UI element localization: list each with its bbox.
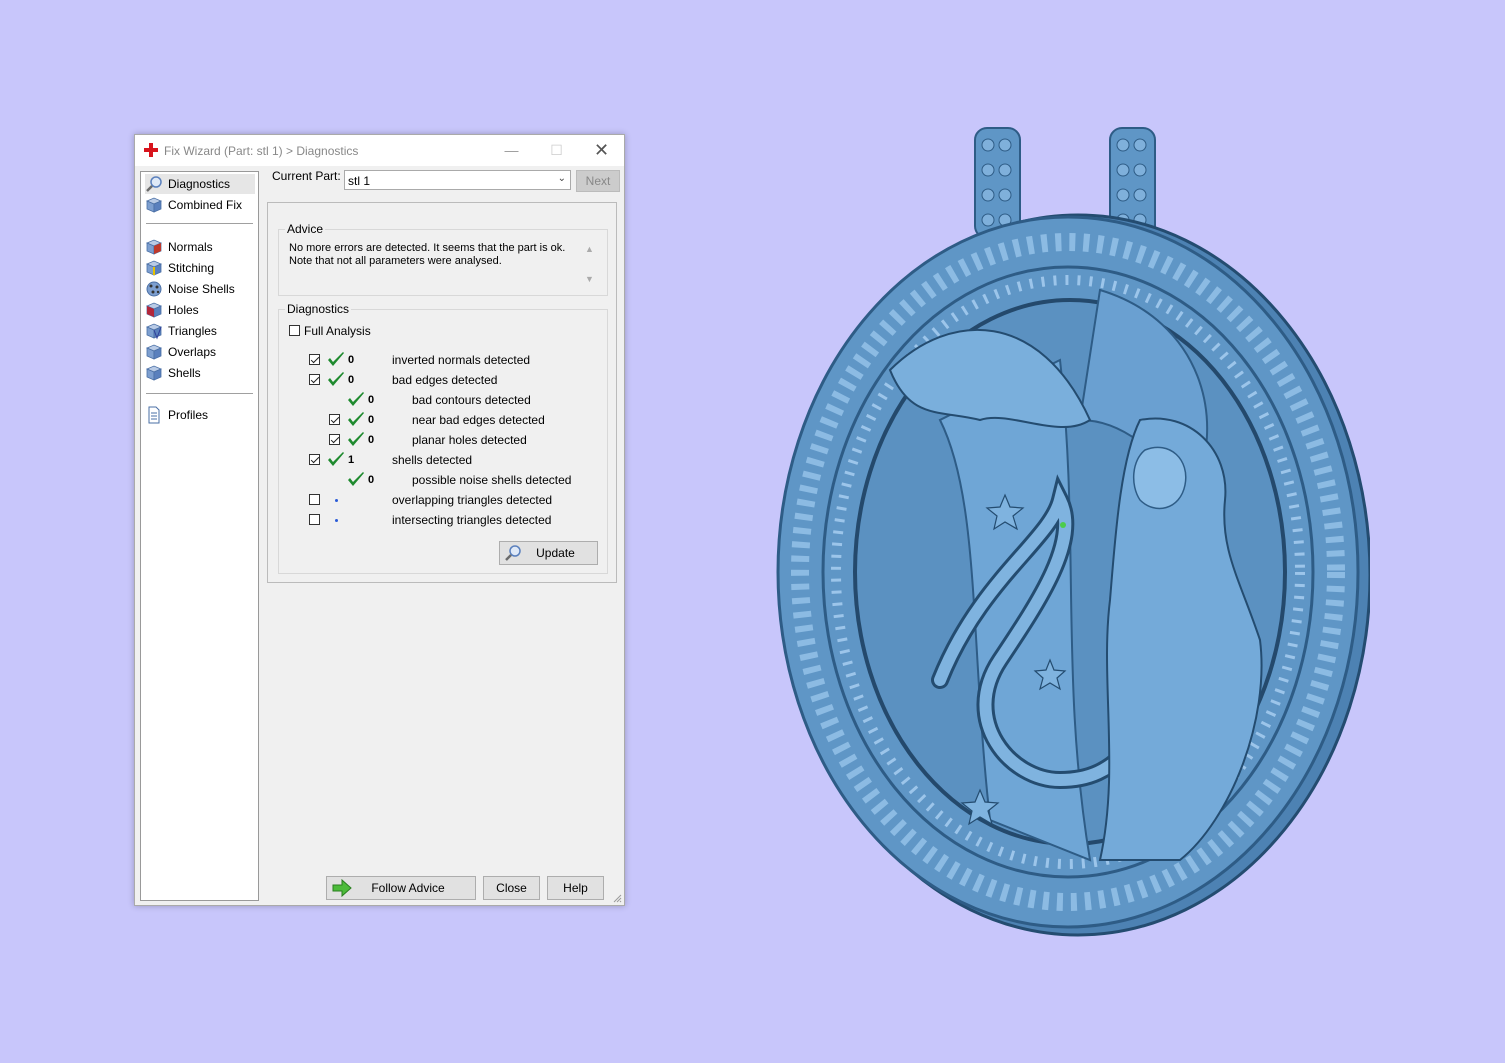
cube-triangles-icon: [145, 322, 162, 340]
advice-title: Advice: [285, 222, 326, 236]
check-mark-icon: [347, 472, 365, 488]
follow-advice-button[interactable]: Follow Advice: [326, 876, 476, 900]
resize-grip-icon[interactable]: [612, 893, 622, 903]
magnifier-icon: [505, 545, 521, 561]
bad-contours-count: 0: [368, 394, 375, 406]
noise-shells-icon: [146, 281, 162, 297]
noise-shells-label: possible noise shells detected: [412, 473, 572, 487]
current-part-select[interactable]: stl 1 ⌄: [344, 170, 571, 190]
check-mark-icon: [347, 412, 365, 428]
advice-text: No more errors are detected. It seems th…: [289, 242, 566, 267]
check-mark-icon: [327, 352, 345, 368]
near-bad-edges-count: 0: [368, 414, 375, 426]
cube-holes-icon: [145, 301, 163, 319]
check-mark-icon: [347, 392, 365, 408]
close-button[interactable]: Close: [483, 876, 540, 900]
check-mark-icon: [327, 372, 345, 388]
sidebar-separator: [146, 393, 253, 394]
sidebar-item-normals[interactable]: Normals: [145, 237, 255, 257]
near-bad-edges-label: near bad edges detected: [412, 413, 545, 427]
advice-group: Advice No more errors are detected. It s…: [278, 222, 608, 296]
sidebar-item-combined-fix[interactable]: Combined Fix: [145, 195, 255, 215]
magnifier-icon: [146, 176, 162, 192]
help-button[interactable]: Help: [547, 876, 604, 900]
scroll-up-arrow[interactable]: ▲: [585, 244, 594, 254]
current-part-label: Current Part:: [272, 169, 341, 183]
intersecting-triangles-label: intersecting triangles detected: [392, 513, 552, 527]
cube-normals-icon: [145, 238, 163, 256]
sidebar-item-noise-shells[interactable]: Noise Shells: [145, 279, 255, 299]
full-analysis-label: Full Analysis: [304, 324, 371, 338]
3d-model-pendant[interactable]: [760, 120, 1370, 940]
maximize-button[interactable]: ☐: [534, 135, 579, 166]
overlapping-triangles-label: overlapping triangles detected: [392, 493, 553, 507]
pending-dot-icon: [335, 519, 338, 522]
red-cross-icon: [144, 143, 158, 157]
main-panel: Advice No more errors are detected. It s…: [267, 202, 617, 583]
cube-overlaps-icon: [145, 343, 163, 361]
dialog-title: Fix Wizard (Part: stl 1) > Diagnostics: [164, 144, 359, 158]
sidebar-item-profiles[interactable]: Profiles: [145, 405, 255, 425]
shells-label: shells detected: [392, 453, 473, 467]
minimize-button[interactable]: —: [489, 135, 534, 166]
next-button[interactable]: Next: [576, 170, 620, 192]
chevron-down-icon: ⌄: [557, 173, 566, 184]
pending-dot-icon: [335, 499, 338, 502]
diagnostics-title: Diagnostics: [285, 302, 352, 316]
cube-stitching-icon: [145, 259, 163, 277]
title-bar[interactable]: Fix Wizard (Part: stl 1) > Diagnostics —…: [135, 135, 624, 166]
bad-edges-count: 0: [348, 374, 355, 386]
sidebar-item-diagnostics[interactable]: Diagnostics: [145, 174, 255, 194]
noise-shells-count: 0: [368, 474, 375, 486]
bad-edges-checkbox[interactable]: [309, 374, 320, 385]
sidebar-item-shells[interactable]: Shells: [145, 363, 255, 383]
fix-wizard-dialog: Fix Wizard (Part: stl 1) > Diagnostics —…: [134, 134, 625, 906]
current-part-value: stl 1: [348, 174, 371, 188]
scroll-down-arrow[interactable]: ▼: [585, 274, 594, 284]
check-mark-icon: [347, 432, 365, 448]
document-icon: [148, 406, 160, 424]
update-button[interactable]: Update: [499, 541, 598, 565]
sidebar-item-stitching[interactable]: Stitching: [145, 258, 255, 278]
sidebar-item-triangles[interactable]: Triangles: [145, 321, 255, 341]
diagnostics-group: Diagnostics Full Analysis 0 inverted nor…: [278, 302, 608, 574]
near-bad-edges-checkbox[interactable]: [329, 414, 340, 425]
inverted-normals-checkbox[interactable]: [309, 354, 320, 365]
overlapping-triangles-checkbox[interactable]: [309, 494, 320, 505]
inverted-normals-count: 0: [348, 354, 355, 366]
cube-icon: [145, 196, 163, 214]
sidebar-separator: [146, 223, 253, 224]
planar-holes-label: planar holes detected: [412, 433, 527, 447]
intersecting-triangles-checkbox[interactable]: [309, 514, 320, 525]
shells-count: 1: [348, 454, 355, 466]
inverted-normals-label: inverted normals detected: [392, 353, 531, 367]
sidebar-item-overlaps[interactable]: Overlaps: [145, 342, 255, 362]
bad-contours-label: bad contours detected: [412, 393, 531, 407]
green-arrow-icon: [332, 879, 352, 897]
check-mark-icon: [327, 452, 345, 468]
sidebar-item-holes[interactable]: Holes: [145, 300, 255, 320]
bad-edges-label: bad edges detected: [392, 373, 498, 387]
follow-advice-label: Follow Advice: [371, 881, 445, 895]
cube-shells-icon: [145, 364, 163, 382]
planar-holes-count: 0: [368, 434, 375, 446]
planar-holes-checkbox[interactable]: [329, 434, 340, 445]
full-analysis-checkbox[interactable]: [289, 325, 300, 336]
close-window-button[interactable]: ✕: [579, 135, 624, 166]
shells-checkbox[interactable]: [309, 454, 320, 465]
update-label: Update: [536, 546, 575, 560]
sidebar: Diagnostics Combined Fix Normals Stitchi…: [140, 171, 259, 901]
